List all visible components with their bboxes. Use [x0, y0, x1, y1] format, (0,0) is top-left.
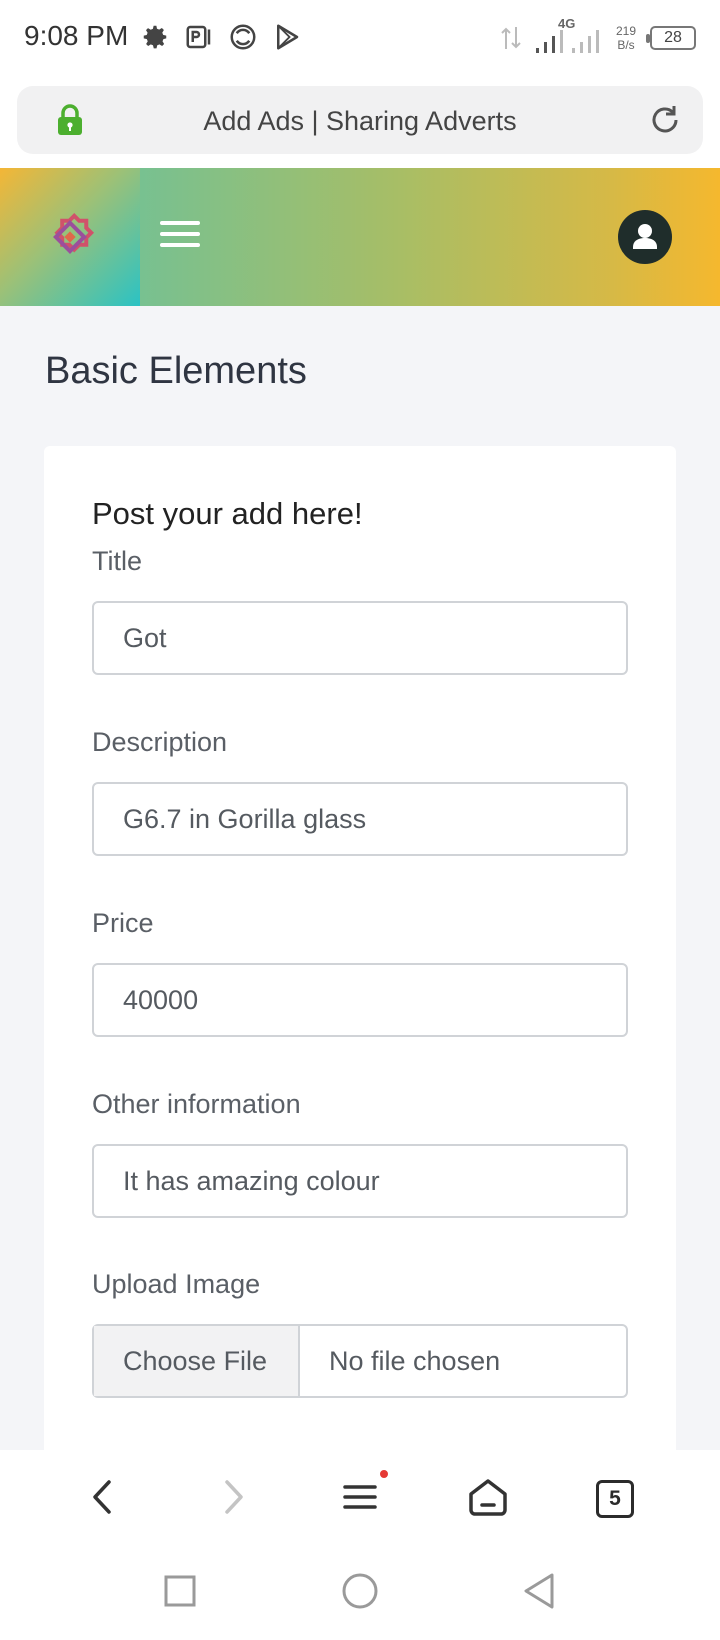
gear-logo-icon[interactable] [45, 212, 95, 262]
file-status: No file chosen [329, 1346, 501, 1376]
home-icon[interactable] [463, 1472, 513, 1522]
page-title-text[interactable]: Add Ads | Sharing Adverts [107, 106, 613, 137]
system-nav-bar [0, 1545, 720, 1640]
notification-dot [380, 1470, 388, 1478]
aperture-icon [230, 24, 256, 50]
brand-area[interactable] [0, 168, 140, 306]
net-speed: 219 B/s [615, 24, 637, 52]
signal-icon: 4G [532, 16, 602, 58]
play-store-icon [277, 24, 299, 50]
status-notification-icons [140, 22, 302, 52]
home-circle-icon[interactable] [340, 1571, 380, 1611]
data-arrows-icon [501, 27, 521, 49]
browser-toolbar: Add Ads | Sharing Adverts [0, 76, 720, 168]
hamburger-menu-icon[interactable] [160, 214, 210, 254]
user-avatar-icon[interactable] [618, 210, 672, 264]
back-triangle-icon[interactable] [520, 1571, 560, 1611]
battery-icon: 28 [646, 26, 696, 50]
other-info-input[interactable]: It has amazing colour [92, 1144, 628, 1218]
status-system-icons: 4G 219 B/s 28 [500, 16, 696, 58]
reload-icon[interactable] [647, 102, 683, 138]
forward-icon[interactable] [207, 1472, 257, 1522]
form-title: Post your add here! [92, 496, 363, 531]
lock-icon[interactable] [53, 103, 87, 137]
upload-image-label: Upload Image [92, 1269, 261, 1299]
upload-image-input[interactable]: Choose File No file chosen [92, 1324, 628, 1398]
title-input[interactable]: Got [92, 601, 628, 675]
status-bar: 9:08 PM 4G 219 B/s 28 [0, 0, 720, 76]
description-label: Description [92, 727, 228, 757]
page-heading: Basic Elements [45, 350, 307, 392]
menu-icon[interactable] [335, 1472, 385, 1522]
recents-icon[interactable] [160, 1571, 200, 1611]
choose-file-button[interactable]: Choose File [94, 1326, 300, 1396]
network-type: 4G [558, 16, 576, 31]
screen: 9:08 PM 4G 219 B/s 28 Add Ads | Sharing … [0, 0, 720, 1640]
price-label: Price [92, 908, 154, 938]
other-info-label: Other information [92, 1089, 301, 1119]
gear-icon [143, 25, 167, 49]
parking-app-icon [186, 25, 211, 49]
ad-form-card: Post your add here! Title Got Descriptio… [44, 446, 676, 1466]
price-input[interactable]: 40000 [92, 963, 628, 1037]
back-icon[interactable] [79, 1472, 129, 1522]
address-bar[interactable]: Add Ads | Sharing Adverts [17, 86, 703, 154]
description-input[interactable]: G6.7 in Gorilla glass [92, 782, 628, 856]
status-time: 9:08 PM [24, 20, 129, 51]
app-header [0, 168, 720, 306]
title-label: Title [92, 546, 143, 576]
tabs-count-button[interactable]: 5 [596, 1480, 634, 1518]
browser-bottom-bar: 5 [0, 1450, 720, 1545]
